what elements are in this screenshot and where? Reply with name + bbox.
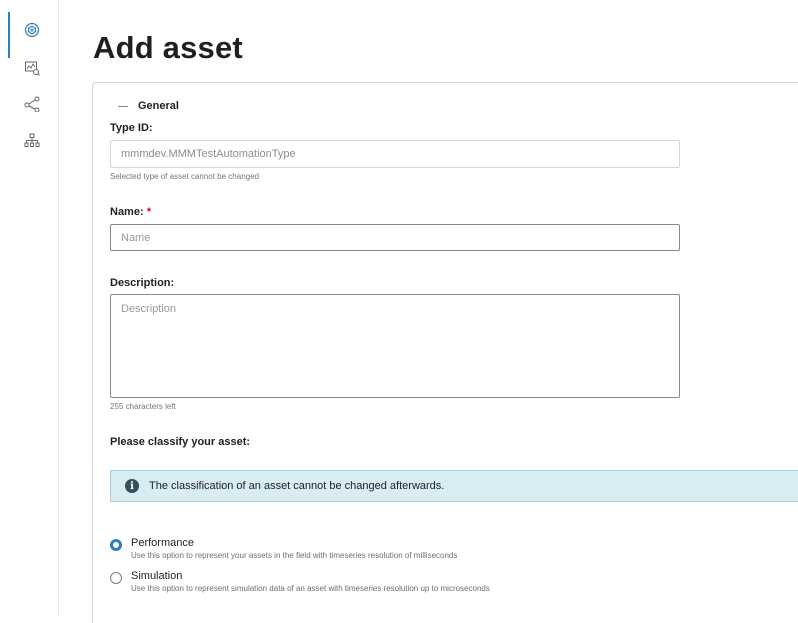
required-mark: * <box>146 206 151 218</box>
simulation-radio[interactable] <box>110 572 122 584</box>
classification-info-banner: i The classification of an asset cannot … <box>110 470 798 502</box>
classify-prompt: Please classify your asset: <box>110 436 251 448</box>
performance-label: Performance <box>131 537 194 549</box>
general-section-toggle[interactable]: General <box>118 100 179 112</box>
name-label: Name: * <box>110 206 151 218</box>
type-id-hint: Selected type of asset cannot be changed <box>110 172 259 181</box>
asset-manager-icon <box>24 22 40 38</box>
main-content: Add asset General Type ID: Selected type… <box>60 0 798 623</box>
sidebar-item-asset-manager[interactable] <box>0 12 58 58</box>
type-id-input <box>110 140 680 168</box>
sidebar-item-hierarchy[interactable] <box>0 133 58 165</box>
simulation-description: Use this option to represent simulation … <box>131 584 490 593</box>
info-icon: i <box>125 479 139 493</box>
sidebar <box>0 0 59 615</box>
name-label-text: Name: <box>110 206 144 218</box>
monitor-chart-icon <box>25 61 40 76</box>
share-icon <box>24 96 40 112</box>
page-title: Add asset <box>93 30 243 65</box>
info-text: The classification of an asset cannot be… <box>149 480 445 492</box>
simulation-label: Simulation <box>131 570 183 582</box>
description-label: Description: <box>110 277 175 289</box>
performance-description: Use this option to represent your assets… <box>131 551 458 560</box>
sidebar-item-monitor[interactable] <box>0 60 58 92</box>
performance-radio[interactable] <box>110 539 122 551</box>
radio-option-simulation[interactable]: Simulation Use this option to represent … <box>110 570 490 593</box>
type-id-label: Type ID: <box>110 122 153 134</box>
collapse-icon <box>118 105 128 107</box>
hierarchy-icon <box>24 133 40 147</box>
name-input[interactable] <box>110 224 680 251</box>
characters-left: 255 characters left <box>110 402 176 411</box>
description-textarea[interactable] <box>110 294 680 398</box>
radio-option-performance[interactable]: Performance Use this option to represent… <box>110 537 457 560</box>
sidebar-item-share[interactable] <box>0 96 58 128</box>
general-section-label: General <box>138 100 179 112</box>
